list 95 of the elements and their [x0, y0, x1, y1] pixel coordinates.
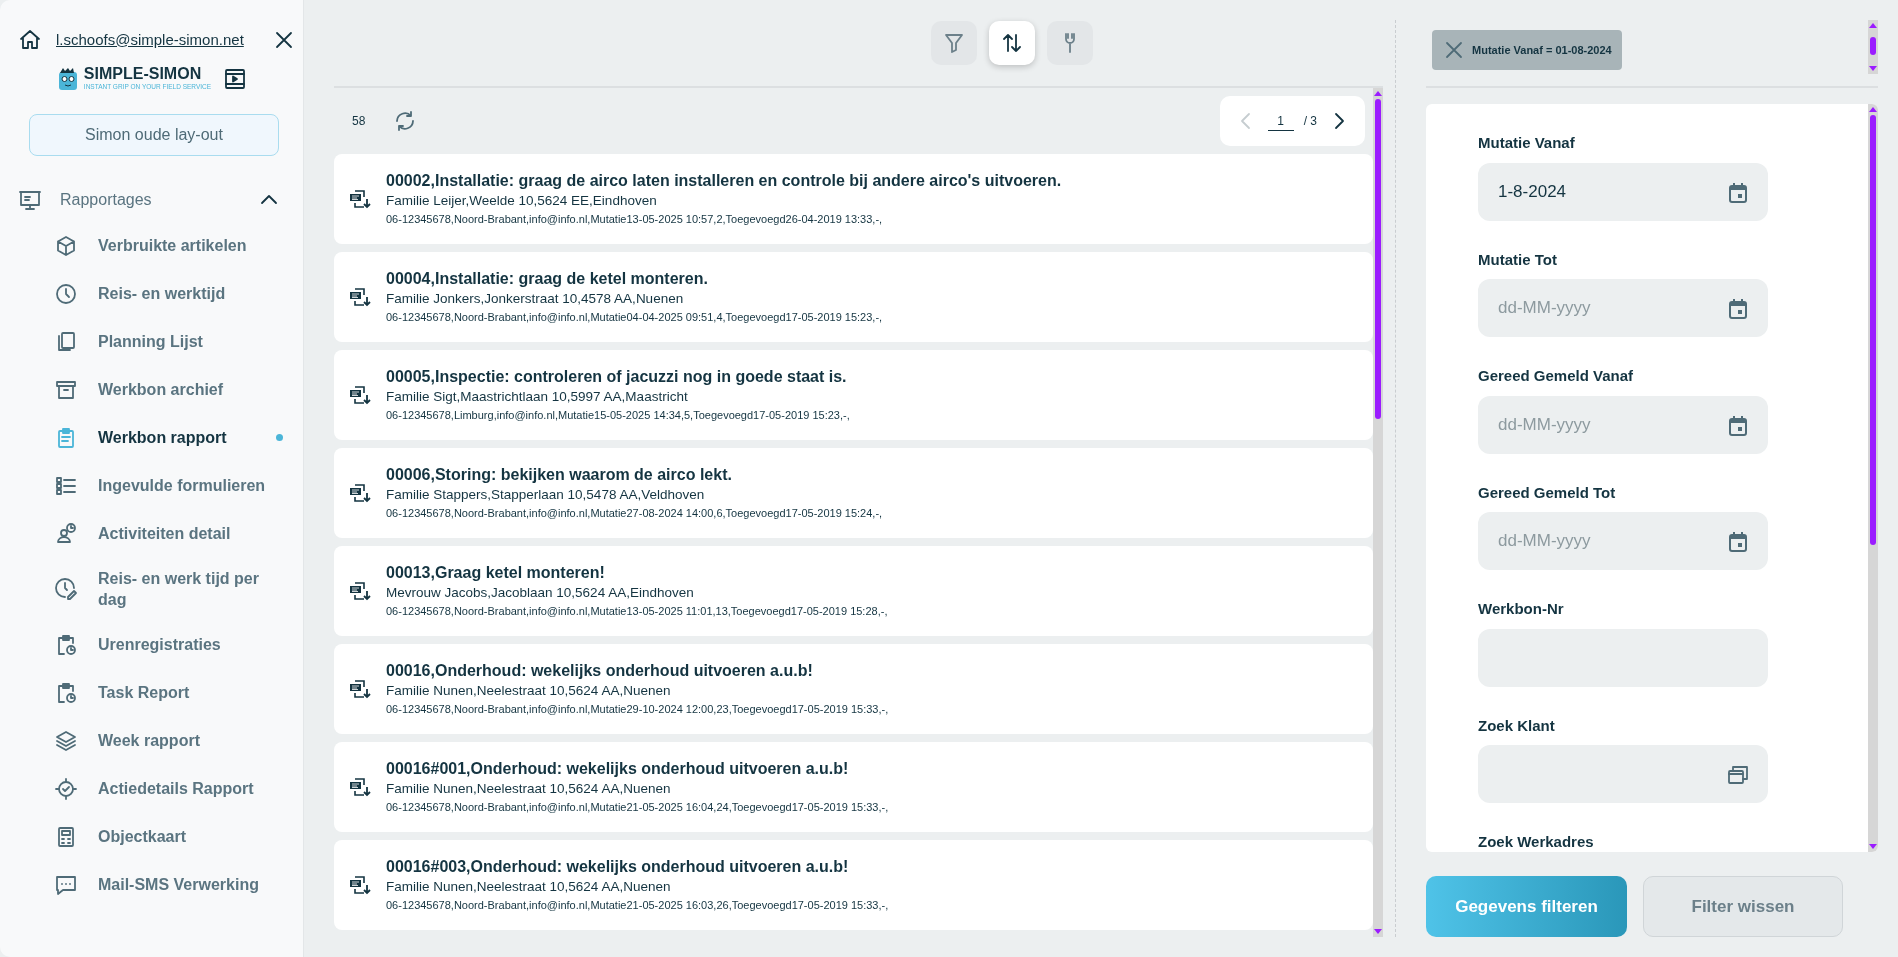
- work-order-details: 06-12345678,Noord-Brabant,info@info.nl,Mutatie21-05-2025 16:04,24,Toegevoegd17-05-2019 15:33,-,: [386, 799, 890, 815]
- sort-arrows-button[interactable]: [989, 21, 1035, 65]
- calendar-icon[interactable]: [1726, 297, 1750, 321]
- menu-item[interactable]: Planning Lijst: [18, 317, 303, 366]
- field-label: Werkbon-Nr: [1478, 599, 1565, 619]
- scrollbar[interactable]: [1868, 104, 1878, 852]
- work-order-title: 00016#003,Onderhoud: wekelijks onderhoud uitvoeren a.u.b!: [386, 856, 850, 877]
- menu-item[interactable]: Verbruikte artikelen: [18, 221, 303, 270]
- sort-arrows-icon: [1000, 31, 1024, 55]
- pdf-download-icon[interactable]: [348, 677, 372, 701]
- work-order-title: 00016,Onderhoud: wekelijks onderhoud uitvoeren a.u.b!: [386, 660, 814, 681]
- menu-item[interactable]: Objectkaart: [18, 812, 303, 861]
- work-order-details: 06-12345678,Noord-Brabant,info@info.nl,Mutatie13-05-2025 11:01,13,Toegevoegd17-05-2019 15:28,-,: [386, 603, 889, 619]
- pdf-download-icon[interactable]: [348, 579, 372, 603]
- work-order-title: 00004,Installatie: graag de ketel monteren.: [386, 268, 709, 289]
- work-order-details: 06-12345678,Noord-Brabant,info@info.nl,Mutatie27-08-2024 14:00,6,Toegevoegd17-05-2019 15:24,-,: [386, 505, 884, 521]
- menu-group-label[interactable]: Rapportages: [60, 187, 239, 212]
- work-order-title: 00005,Inspectie: controleren of jacuzzi nog in goede staat is.: [386, 366, 848, 387]
- person-clock-icon: [54, 521, 78, 546]
- page-total: / 3: [1303, 113, 1317, 130]
- filter-apply-button[interactable]: Gegevens filteren: [1426, 876, 1627, 937]
- field-label: Mutatie Vanaf: [1478, 133, 1576, 153]
- work-order-details: 06-12345678,Noord-Brabant,info@info.nl,Mutatie29-10-2024 12:00,23,Toegevoegd17-05-2019 15:33,-,: [386, 701, 890, 717]
- result-count: 58: [352, 113, 366, 130]
- pdf-download-icon[interactable]: [348, 187, 372, 211]
- menu-item[interactable]: Werkbon rapport: [18, 413, 303, 462]
- work-order-details: 06-12345678,Noord-Brabant,info@info.nl,Mutatie13-05-2025 10:57,2,Toegevoegd26-04-2019 13:33,-,: [386, 211, 884, 227]
- selected-dot: [276, 434, 283, 442]
- customer-address: Familie Stappers,Stapperlaan 10,5478 AA,Veldhoven: [386, 486, 706, 505]
- work-order-title: 00006,Storing: bekijken waarom de airco lekt.: [386, 464, 733, 485]
- work-order-card[interactable]: 00006,Storing: bekijken waarom de airco lekt. Familie Stappers,Stapperlaan 10,5478 AA,Veldhoven 06-12345678,Noord-Brabant,info@info.nl,Mutatie27-08-2024 14:00,6,Toegevoegd17-05-2019 15:24,-,: [334, 448, 1373, 538]
- menu-item[interactable]: Task Report: [18, 668, 303, 717]
- pdf-download-icon[interactable]: [348, 775, 372, 799]
- menu-item[interactable]: Reis- en werktijd: [18, 269, 303, 318]
- film-play-icon[interactable]: [223, 66, 248, 91]
- work-order-details: 06-12345678,Noord-Brabant,info@info.nl,Mutatie21-05-2025 16:03,26,Toegevoegd17-05-2019 15:33,-,: [386, 897, 890, 913]
- date-field[interactable]: dd-MM-yyyy: [1478, 395, 1768, 454]
- work-order-card[interactable]: 00016#003,Onderhoud: wekelijks onderhoud uitvoeren a.u.b! Familie Nunen,Neelestraat 10,5624 AA,Nuenen 06-12345678,Noord-Brabant,info@info.nl,Mutatie21-05-2025 16:03,26,Toegevoegd17-05-2019 15:33,-,: [334, 840, 1373, 930]
- clock-icon: [54, 281, 78, 306]
- pdf-download-icon[interactable]: [348, 481, 372, 505]
- email-link[interactable]: l.schoofs@simple-simon.net: [56, 28, 244, 52]
- menu-item[interactable]: Werkbon archief: [18, 365, 303, 414]
- layers-icon: [54, 728, 78, 753]
- work-order-title: 00013,Graag ketel monteren!: [386, 562, 606, 583]
- work-order-title: 00016#001,Onderhoud: wekelijks onderhoud uitvoeren a.u.b!: [386, 758, 850, 779]
- field-label: Gereed Gemeld Vanaf: [1478, 366, 1635, 386]
- menu-item[interactable]: Reis- en werk tijd per dag: [18, 557, 303, 621]
- clock-pencil-icon: [54, 577, 78, 602]
- customer-address: Familie Nunen,Neelestraat 10,5624 AA,Nuenen: [386, 682, 672, 701]
- pdf-download-icon[interactable]: [348, 873, 372, 897]
- menu-item[interactable]: Urenregistraties: [18, 620, 303, 669]
- old-layout-button[interactable]: Simon oude lay-out: [29, 113, 279, 156]
- logo-text: SIMPLE-SIMON: [83, 66, 203, 82]
- work-order-card[interactable]: [334, 350, 1373, 440]
- field-label: Mutatie Tot: [1478, 249, 1558, 270]
- calendar-icon[interactable]: [1726, 530, 1750, 554]
- filter-chip[interactable]: Mutatie Vanaf = 01-08-2024: [1432, 30, 1622, 70]
- date-field[interactable]: 1-8-2024: [1478, 162, 1768, 221]
- filter-icon: [942, 31, 966, 55]
- customer-address: Familie Jonkers,Jonkerstraat 10,4578 AA,Nuenen: [386, 290, 685, 309]
- work-order-card[interactable]: 00016#001,Onderhoud: wekelijks onderhoud uitvoeren a.u.b! Familie Nunen,Neelestraat 10,5624 AA,Nuenen 06-12345678,Noord-Brabant,info@info.nl,Mutatie21-05-2025 16:04,24,Toegevoegd17-05-2019 15:33,-,: [334, 742, 1373, 832]
- menu-item[interactable]: Ingevulde formulieren: [18, 461, 303, 510]
- menu-item[interactable]: Mail-SMS Verwerking: [18, 860, 303, 909]
- field-label: Zoek Werkadres: [1478, 832, 1595, 852]
- work-order-details: 06-12345678,Noord-Brabant,info@info.nl,Mutatie04-04-2025 09:51,4,Toegevoegd17-05-2019 15:23,-,: [386, 309, 884, 325]
- windows-icon[interactable]: [1726, 763, 1750, 787]
- input-field[interactable]: [1478, 745, 1768, 803]
- customer-address: Familie Nunen,Neelestraat 10,5624 AA,Nuenen: [386, 780, 672, 799]
- field-label: Zoek Klant: [1478, 715, 1556, 736]
- calendar-icon[interactable]: [1726, 180, 1750, 205]
- customer-address: Familie Leijer,Weelde 10,5624 EE,Eindhoven: [386, 192, 658, 211]
- date-field[interactable]: dd-MM-yyyy: [1478, 512, 1768, 570]
- customer-address: Familie Nunen,Neelestraat 10,5624 AA,Nuenen: [386, 878, 672, 897]
- filter-clear-button[interactable]: Filter wissen: [1643, 876, 1843, 937]
- work-order-title: 00002,Installatie: graag de airco laten installeren en controle bij andere airco's uitvoeren.: [386, 170, 1063, 191]
- customer-address: Familie Sigt,Maastrichtlaan 10,5997 AA,Maastricht: [386, 388, 689, 407]
- work-order-details: 06-12345678,Limburg,info@info.nl,Mutatie15-05-2025 14:34,5,Toegevoegd17-05-2019 15:23,-,: [386, 407, 851, 423]
- menu-item[interactable]: Activiteiten detail: [18, 509, 303, 558]
- work-order-card[interactable]: 00013,Graag ketel monteren! Mevrouw Jacobs,Jacoblaan 10,5624 AA,Eindhoven 06-12345678,Noord-Brabant,info@info.nl,Mutatie13-05-2025 11:01,13,Toegevoegd17-05-2019 15:28,-,: [334, 546, 1373, 636]
- field-label: Gereed Gemeld Tot: [1478, 482, 1617, 503]
- calendar-icon[interactable]: [1726, 413, 1750, 438]
- work-order-card[interactable]: 00004,Installatie: graag de ketel monteren. Familie Jonkers,Jonkerstraat 10,4578 AA,Nuenen 06-12345678,Noord-Brabant,info@info.nl,Mutatie04-04-2025 09:51,4,Toegevoegd17-05-2019 15:23,-,: [334, 252, 1373, 342]
- pdf-download-icon[interactable]: [348, 285, 372, 309]
- scrollbar[interactable]: [1373, 88, 1383, 937]
- cube-icon: [54, 233, 78, 258]
- work-order-card[interactable]: 00016,Onderhoud: wekelijks onderhoud uitvoeren a.u.b! Familie Nunen,Neelestraat 10,5624 AA,Nuenen 06-12345678,Noord-Brabant,info@info.nl,Mutatie29-10-2024 12:00,23,Toegevoegd17-05-2019 15:33,-,: [334, 644, 1373, 734]
- work-order-card[interactable]: [334, 154, 1373, 244]
- menu-item[interactable]: Week rapport: [18, 716, 303, 765]
- date-field[interactable]: dd-MM-yyyy: [1478, 279, 1768, 337]
- pdf-download-icon[interactable]: [348, 383, 372, 407]
- filter-button[interactable]: [931, 21, 977, 65]
- menu-item[interactable]: Actiedetails Rapport: [18, 764, 303, 813]
- customer-address: Mevrouw Jacobs,Jacoblaan 10,5624 AA,Eindhoven: [386, 584, 695, 603]
- scrollbar[interactable]: [1868, 20, 1878, 74]
- home-icon[interactable]: [18, 28, 42, 52]
